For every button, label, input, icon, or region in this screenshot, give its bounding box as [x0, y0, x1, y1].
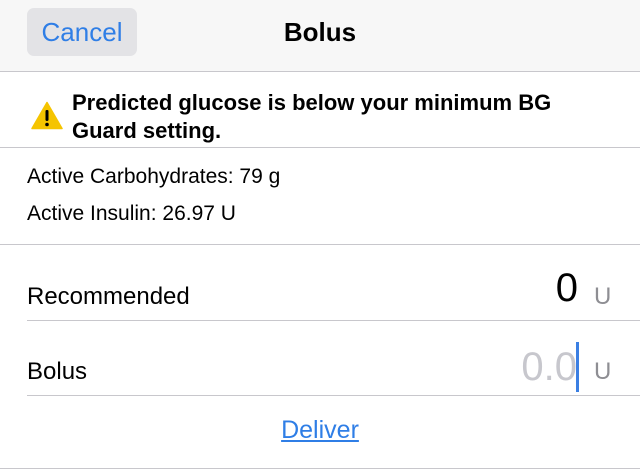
deliver-button[interactable]: Deliver: [0, 416, 640, 445]
recommended-unit: U: [594, 283, 612, 310]
bolus-amount-input[interactable]: [377, 341, 577, 393]
bolus-unit: U: [594, 358, 612, 385]
bolus-label: Bolus: [27, 358, 88, 385]
warning-line-2: Guard setting.: [72, 118, 222, 143]
cancel-button[interactable]: Cancel: [27, 8, 137, 56]
bolus-screen: Cancel Bolus Predicted glucose is below …: [0, 0, 640, 471]
divider: [27, 395, 640, 396]
text-cursor: [576, 342, 579, 392]
bg-guard-warning: Predicted glucose is below your minimum …: [0, 72, 640, 148]
active-carbohydrates: Active Carbohydrates: 79 g: [27, 165, 281, 188]
recommended-value: 0: [555, 266, 578, 310]
recommended-label: Recommended: [27, 283, 190, 310]
divider: [27, 320, 640, 321]
warning-triangle-icon: [31, 101, 63, 130]
warning-line-1: Predicted glucose is below your minimum …: [72, 90, 552, 115]
active-insulin: Active Insulin: 26.97 U: [27, 202, 236, 225]
warning-message: Predicted glucose is below your minimum …: [72, 89, 622, 145]
divider: [0, 244, 640, 245]
navigation-bar: Cancel Bolus: [0, 0, 640, 72]
divider: [0, 468, 640, 469]
